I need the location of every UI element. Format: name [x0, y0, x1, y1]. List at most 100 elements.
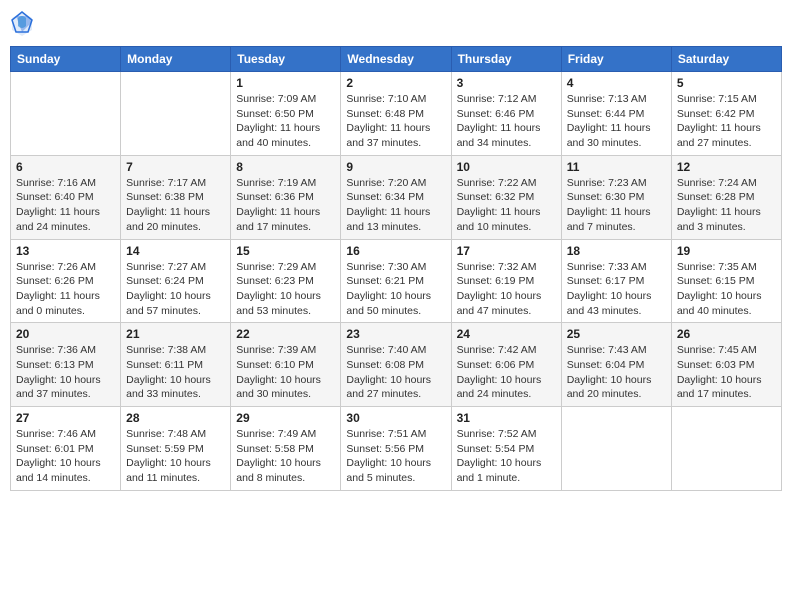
- day-number: 18: [567, 244, 666, 258]
- day-number: 21: [126, 327, 225, 341]
- calendar-day-20: 20 Sunrise: 7:36 AM Sunset: 6:13 PM Dayli…: [11, 323, 121, 407]
- empty-cell: [121, 72, 231, 156]
- header-day-saturday: Saturday: [671, 47, 781, 72]
- calendar-week-4: 20 Sunrise: 7:36 AM Sunset: 6:13 PM Dayli…: [11, 323, 782, 407]
- day-info: Sunrise: 7:15 AM Sunset: 6:42 PM Dayligh…: [677, 92, 776, 151]
- day-info: Sunrise: 7:22 AM Sunset: 6:32 PM Dayligh…: [457, 176, 556, 235]
- calendar-day-14: 14 Sunrise: 7:27 AM Sunset: 6:24 PM Dayli…: [121, 239, 231, 323]
- empty-cell: [671, 407, 781, 491]
- day-number: 26: [677, 327, 776, 341]
- calendar-day-15: 15 Sunrise: 7:29 AM Sunset: 6:23 PM Dayli…: [231, 239, 341, 323]
- day-info: Sunrise: 7:29 AM Sunset: 6:23 PM Dayligh…: [236, 260, 335, 319]
- calendar-week-5: 27 Sunrise: 7:46 AM Sunset: 6:01 PM Dayli…: [11, 407, 782, 491]
- calendar-day-7: 7 Sunrise: 7:17 AM Sunset: 6:38 PM Daylig…: [121, 155, 231, 239]
- day-number: 25: [567, 327, 666, 341]
- day-info: Sunrise: 7:24 AM Sunset: 6:28 PM Dayligh…: [677, 176, 776, 235]
- calendar: SundayMondayTuesdayWednesdayThursdayFrid…: [10, 46, 782, 491]
- day-number: 20: [16, 327, 115, 341]
- logo: [10, 10, 36, 38]
- day-number: 1: [236, 76, 335, 90]
- day-info: Sunrise: 7:36 AM Sunset: 6:13 PM Dayligh…: [16, 343, 115, 402]
- calendar-day-8: 8 Sunrise: 7:19 AM Sunset: 6:36 PM Daylig…: [231, 155, 341, 239]
- calendar-day-4: 4Sunrise: 7:13 AM Sunset: 6:44 PM Daylig…: [561, 72, 671, 156]
- day-number: 23: [346, 327, 445, 341]
- day-info: Sunrise: 7:30 AM Sunset: 6:21 PM Dayligh…: [346, 260, 445, 319]
- calendar-day-31: 31 Sunrise: 7:52 AM Sunset: 5:54 PM Dayli…: [451, 407, 561, 491]
- calendar-day-18: 18 Sunrise: 7:33 AM Sunset: 6:17 PM Dayli…: [561, 239, 671, 323]
- day-number: 5: [677, 76, 776, 90]
- header: [10, 10, 782, 38]
- day-info: Sunrise: 7:45 AM Sunset: 6:03 PM Dayligh…: [677, 343, 776, 402]
- calendar-day-2: 2 Sunrise: 7:10 AM Sunset: 6:48 PM Daylig…: [341, 72, 451, 156]
- day-info: Sunrise: 7:46 AM Sunset: 6:01 PM Dayligh…: [16, 427, 115, 486]
- day-info: Sunrise: 7:19 AM Sunset: 6:36 PM Dayligh…: [236, 176, 335, 235]
- day-info: Sunrise: 7:26 AM Sunset: 6:26 PM Dayligh…: [16, 260, 115, 319]
- day-info: Sunrise: 7:12 AM Sunset: 6:46 PM Dayligh…: [457, 92, 556, 151]
- day-info: Sunrise: 7:16 AM Sunset: 6:40 PM Dayligh…: [16, 176, 115, 235]
- day-info: Sunrise: 7:35 AM Sunset: 6:15 PM Dayligh…: [677, 260, 776, 319]
- day-number: 24: [457, 327, 556, 341]
- calendar-day-24: 24Sunrise: 7:42 AM Sunset: 6:06 PM Dayli…: [451, 323, 561, 407]
- day-number: 14: [126, 244, 225, 258]
- header-day-friday: Friday: [561, 47, 671, 72]
- calendar-body: 1Sunrise: 7:09 AM Sunset: 6:50 PM Daylig…: [11, 72, 782, 491]
- calendar-week-1: 1Sunrise: 7:09 AM Sunset: 6:50 PM Daylig…: [11, 72, 782, 156]
- day-number: 7: [126, 160, 225, 174]
- day-info: Sunrise: 7:33 AM Sunset: 6:17 PM Dayligh…: [567, 260, 666, 319]
- calendar-day-25: 25 Sunrise: 7:43 AM Sunset: 6:04 PM Dayli…: [561, 323, 671, 407]
- day-info: Sunrise: 7:23 AM Sunset: 6:30 PM Dayligh…: [567, 176, 666, 235]
- day-info: Sunrise: 7:51 AM Sunset: 5:56 PM Dayligh…: [346, 427, 445, 486]
- calendar-day-27: 27 Sunrise: 7:46 AM Sunset: 6:01 PM Dayli…: [11, 407, 121, 491]
- header-day-wednesday: Wednesday: [341, 47, 451, 72]
- day-number: 9: [346, 160, 445, 174]
- day-number: 11: [567, 160, 666, 174]
- calendar-day-13: 13 Sunrise: 7:26 AM Sunset: 6:26 PM Dayli…: [11, 239, 121, 323]
- calendar-day-16: 16 Sunrise: 7:30 AM Sunset: 6:21 PM Dayli…: [341, 239, 451, 323]
- day-number: 2: [346, 76, 445, 90]
- empty-cell: [11, 72, 121, 156]
- calendar-day-30: 30 Sunrise: 7:51 AM Sunset: 5:56 PM Dayli…: [341, 407, 451, 491]
- calendar-day-17: 17 Sunrise: 7:32 AM Sunset: 6:19 PM Dayli…: [451, 239, 561, 323]
- day-number: 28: [126, 411, 225, 425]
- day-info: Sunrise: 7:38 AM Sunset: 6:11 PM Dayligh…: [126, 343, 225, 402]
- day-number: 6: [16, 160, 115, 174]
- day-number: 29: [236, 411, 335, 425]
- calendar-day-3: 3Sunrise: 7:12 AM Sunset: 6:46 PM Daylig…: [451, 72, 561, 156]
- day-info: Sunrise: 7:40 AM Sunset: 6:08 PM Dayligh…: [346, 343, 445, 402]
- calendar-day-12: 12 Sunrise: 7:24 AM Sunset: 6:28 PM Dayli…: [671, 155, 781, 239]
- day-info: Sunrise: 7:48 AM Sunset: 5:59 PM Dayligh…: [126, 427, 225, 486]
- day-info: Sunrise: 7:43 AM Sunset: 6:04 PM Dayligh…: [567, 343, 666, 402]
- calendar-day-1: 1Sunrise: 7:09 AM Sunset: 6:50 PM Daylig…: [231, 72, 341, 156]
- calendar-day-28: 28 Sunrise: 7:48 AM Sunset: 5:59 PM Dayli…: [121, 407, 231, 491]
- day-info: Sunrise: 7:27 AM Sunset: 6:24 PM Dayligh…: [126, 260, 225, 319]
- calendar-day-19: 19 Sunrise: 7:35 AM Sunset: 6:15 PM Dayli…: [671, 239, 781, 323]
- calendar-day-9: 9Sunrise: 7:20 AM Sunset: 6:34 PM Daylig…: [341, 155, 451, 239]
- day-number: 13: [16, 244, 115, 258]
- day-number: 30: [346, 411, 445, 425]
- day-number: 31: [457, 411, 556, 425]
- empty-cell: [561, 407, 671, 491]
- calendar-week-2: 6 Sunrise: 7:16 AM Sunset: 6:40 PM Daylig…: [11, 155, 782, 239]
- day-info: Sunrise: 7:32 AM Sunset: 6:19 PM Dayligh…: [457, 260, 556, 319]
- day-info: Sunrise: 7:39 AM Sunset: 6:10 PM Dayligh…: [236, 343, 335, 402]
- calendar-day-21: 21 Sunrise: 7:38 AM Sunset: 6:11 PM Dayli…: [121, 323, 231, 407]
- day-number: 15: [236, 244, 335, 258]
- day-number: 16: [346, 244, 445, 258]
- calendar-day-6: 6 Sunrise: 7:16 AM Sunset: 6:40 PM Daylig…: [11, 155, 121, 239]
- day-info: Sunrise: 7:52 AM Sunset: 5:54 PM Dayligh…: [457, 427, 556, 486]
- day-info: Sunrise: 7:17 AM Sunset: 6:38 PM Dayligh…: [126, 176, 225, 235]
- header-day-tuesday: Tuesday: [231, 47, 341, 72]
- day-number: 17: [457, 244, 556, 258]
- day-number: 19: [677, 244, 776, 258]
- day-number: 8: [236, 160, 335, 174]
- logo-icon: [10, 10, 34, 38]
- day-number: 27: [16, 411, 115, 425]
- day-info: Sunrise: 7:10 AM Sunset: 6:48 PM Dayligh…: [346, 92, 445, 151]
- header-day-sunday: Sunday: [11, 47, 121, 72]
- header-day-thursday: Thursday: [451, 47, 561, 72]
- day-number: 22: [236, 327, 335, 341]
- day-number: 10: [457, 160, 556, 174]
- day-number: 4: [567, 76, 666, 90]
- day-number: 12: [677, 160, 776, 174]
- calendar-day-5: 5 Sunrise: 7:15 AM Sunset: 6:42 PM Daylig…: [671, 72, 781, 156]
